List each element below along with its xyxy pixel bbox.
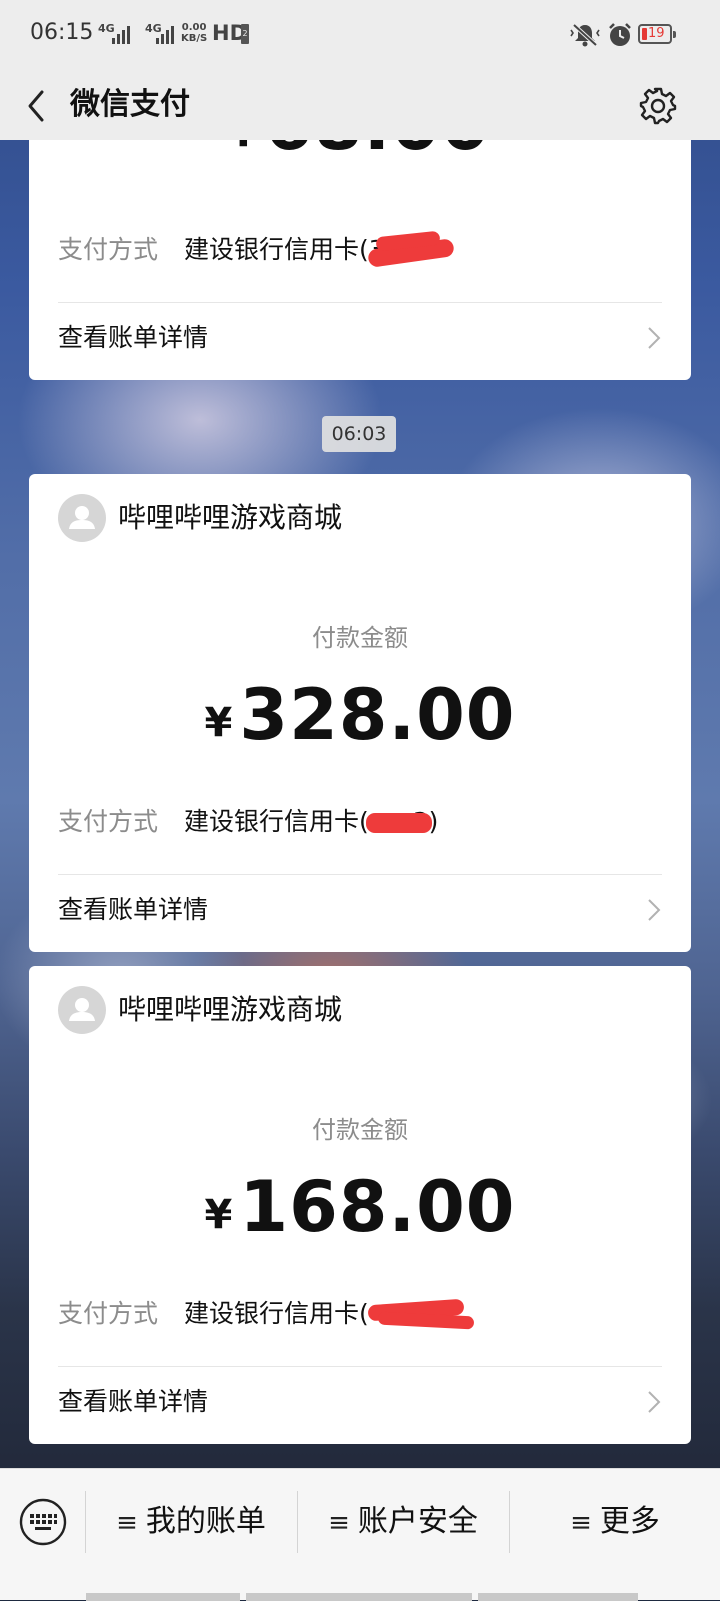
view-bill-details-row[interactable]: 查看账单详情 xyxy=(58,1374,662,1430)
payment-amount: ¥68.00 xyxy=(29,140,691,170)
battery-icon: 19 xyxy=(638,24,676,44)
chevron-left-icon xyxy=(28,90,44,122)
divider xyxy=(58,874,662,875)
view-bill-details-label: 查看账单详情 xyxy=(58,323,209,352)
payment-amount: ¥168.00 xyxy=(29,1162,691,1252)
currency-symbol: ¥ xyxy=(204,1192,234,1238)
currency-symbol: ¥ xyxy=(204,700,234,746)
chevron-right-icon xyxy=(648,327,661,349)
hd-sim-indicator: 2 xyxy=(241,24,249,44)
menu-list-icon: ≡ xyxy=(328,1508,350,1538)
merchant-name: 哔哩哔哩游戏商城 xyxy=(118,993,343,1026)
menu-label: 我的账单 xyxy=(145,1504,266,1539)
network-speed: 0.00 KB/S xyxy=(181,22,207,44)
signal-icon xyxy=(112,24,134,44)
chevron-right-icon xyxy=(648,899,661,921)
payment-method-row: 支付方式 建设银行信用卡() xyxy=(58,1294,662,1334)
bank-name: 建设银行信用卡( xyxy=(184,807,369,836)
divider xyxy=(58,1366,662,1367)
divider xyxy=(58,302,662,303)
payment-method-label: 支付方式 xyxy=(58,807,159,836)
signal-icon xyxy=(156,24,178,44)
network-speed-unit: KB/S xyxy=(181,33,208,44)
merchant-name: 哔哩哔哩游戏商城 xyxy=(118,501,343,534)
payment-card: 哔哩哔哩游戏商城 付款金额 ¥328.00 支付方式 建设银行信用卡(3) 查看… xyxy=(29,474,691,952)
chevron-right-icon xyxy=(648,1391,661,1413)
redaction-mark xyxy=(366,813,432,833)
amount-label: 付款金额 xyxy=(312,1116,408,1144)
person-icon xyxy=(69,998,95,1021)
back-button[interactable] xyxy=(18,80,58,130)
keyboard-icon xyxy=(19,1498,67,1546)
amount-value: 68.00 xyxy=(264,140,490,166)
person-icon xyxy=(69,506,95,529)
menu-label: 账户安全 xyxy=(357,1504,478,1539)
keyboard-toggle-button[interactable] xyxy=(18,1497,68,1547)
payment-method-label: 支付方式 xyxy=(58,235,159,264)
alarm-icon xyxy=(607,22,633,52)
settings-button[interactable] xyxy=(636,80,680,130)
amount-value: 168.00 xyxy=(239,1166,516,1248)
payment-amount: ¥328.00 xyxy=(29,670,691,760)
status-time: 06:15 xyxy=(30,20,94,45)
payment-feed[interactable]: ¥68.00 支付方式 建设银行信用卡(3) 查看账单详情 06:03 哔哩哔哩… xyxy=(0,140,720,1468)
menu-label: 更多 xyxy=(599,1504,660,1539)
battery-level: 19 xyxy=(648,26,665,41)
payment-card: ¥68.00 支付方式 建设银行信用卡(3) 查看账单详情 xyxy=(29,140,691,380)
merchant-avatar xyxy=(58,986,106,1034)
menu-list-icon: ≡ xyxy=(116,1508,138,1538)
page-title: 微信支付 xyxy=(70,87,190,122)
bank-name: 建设银行信用卡( xyxy=(184,1299,369,1328)
menu-list-icon: ≡ xyxy=(570,1508,592,1538)
payment-method-label: 支付方式 xyxy=(58,1299,159,1328)
app-header: 微信支付 xyxy=(0,70,720,140)
bank-name: 建设银行信用卡( xyxy=(184,235,369,264)
amount-label: 付款金额 xyxy=(312,624,408,652)
network-speed-value: 0.00 xyxy=(181,22,207,33)
payment-card: 哔哩哔哩游戏商城 付款金额 ¥168.00 支付方式 建设银行信用卡() 查看账… xyxy=(29,966,691,1444)
mute-vibrate-icon xyxy=(570,22,600,52)
view-bill-details-row[interactable]: 查看账单详情 xyxy=(58,882,662,938)
menu-more[interactable]: ≡ 更多 xyxy=(510,1491,720,1553)
menu-account-security[interactable]: ≡ 账户安全 xyxy=(298,1491,508,1553)
payment-method-row: 支付方式 建设银行信用卡(3) xyxy=(58,230,662,270)
bottom-menu-bar: ≡ 我的账单 ≡ 账户安全 ≡ 更多 xyxy=(0,1468,720,1601)
menu-my-bills[interactable]: ≡ 我的账单 xyxy=(86,1491,296,1553)
view-bill-details-label: 查看账单详情 xyxy=(58,895,209,924)
payment-method-row: 支付方式 建设银行信用卡(3) xyxy=(58,802,662,842)
view-bill-details-label: 查看账单详情 xyxy=(58,1387,209,1416)
amount-value: 328.00 xyxy=(239,674,516,756)
status-bar: 06:15 4G 4G 0.00 KB/S HD 2 19 xyxy=(0,0,720,70)
view-bill-details-row[interactable]: 查看账单详情 xyxy=(58,310,662,366)
currency-symbol: ¥ xyxy=(229,140,258,156)
message-timestamp: 06:03 xyxy=(322,416,396,452)
payment-method-value: 建设银行信用卡(3) xyxy=(184,230,394,270)
merchant-avatar xyxy=(58,494,106,542)
gear-icon xyxy=(639,87,677,125)
